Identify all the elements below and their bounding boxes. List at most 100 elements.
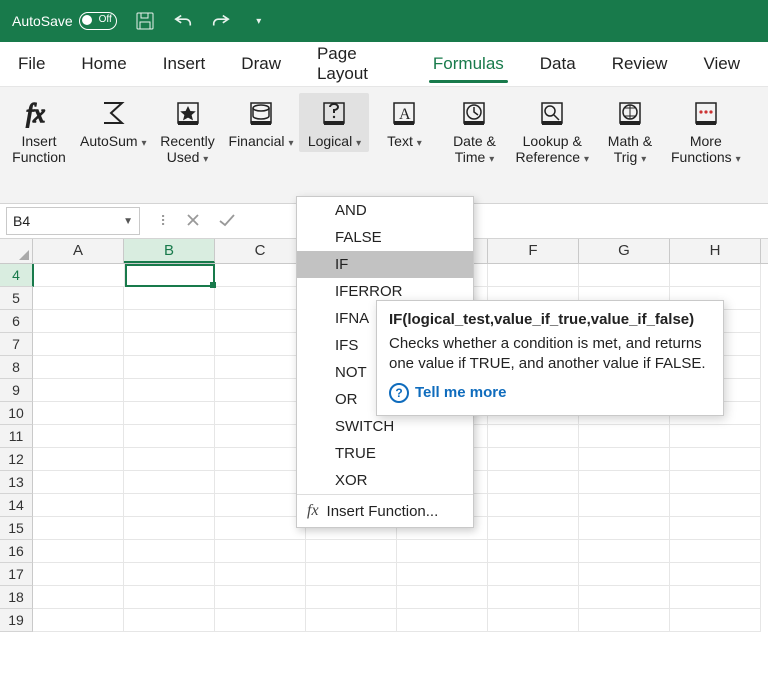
cell[interactable] bbox=[124, 494, 215, 517]
cell[interactable] bbox=[33, 310, 124, 333]
tab-review[interactable]: Review bbox=[594, 42, 686, 86]
cell[interactable] bbox=[215, 563, 306, 586]
enter-icon[interactable] bbox=[218, 213, 236, 230]
cell[interactable] bbox=[124, 563, 215, 586]
cell[interactable] bbox=[124, 540, 215, 563]
cell[interactable] bbox=[34, 264, 125, 287]
cell[interactable] bbox=[33, 609, 124, 632]
tab-data[interactable]: Data bbox=[522, 42, 594, 86]
cell[interactable] bbox=[33, 540, 124, 563]
cell[interactable] bbox=[579, 586, 670, 609]
save-icon[interactable] bbox=[135, 11, 155, 31]
cell[interactable] bbox=[125, 264, 215, 287]
cell[interactable] bbox=[33, 448, 124, 471]
tab-page-layout[interactable]: Page Layout bbox=[299, 42, 415, 86]
row-header[interactable]: 15 bbox=[0, 517, 33, 540]
cell[interactable] bbox=[579, 264, 670, 287]
menu-item-switch[interactable]: SWITCH bbox=[297, 413, 473, 440]
cancel-icon[interactable] bbox=[186, 213, 200, 230]
cell[interactable] bbox=[488, 609, 579, 632]
cell[interactable] bbox=[579, 540, 670, 563]
ribbon-math-trig[interactable]: Math &Trig ▾ bbox=[595, 93, 665, 168]
menu-item-false[interactable]: FALSE bbox=[297, 224, 473, 251]
row-header[interactable]: 6 bbox=[0, 310, 33, 333]
undo-icon[interactable] bbox=[173, 11, 193, 31]
ribbon-logical[interactable]: Logical ▾ bbox=[299, 93, 369, 152]
ribbon-lookup-reference[interactable]: Lookup &Reference ▾ bbox=[509, 93, 595, 168]
cell[interactable] bbox=[488, 471, 579, 494]
cell[interactable] bbox=[124, 356, 215, 379]
cell[interactable] bbox=[215, 540, 306, 563]
ribbon-date-time[interactable]: Date &Time ▾ bbox=[439, 93, 509, 168]
row-header[interactable]: 13 bbox=[0, 471, 33, 494]
cell[interactable] bbox=[670, 448, 761, 471]
cell[interactable] bbox=[33, 287, 124, 310]
row-header[interactable]: 7 bbox=[0, 333, 33, 356]
cell[interactable] bbox=[215, 356, 306, 379]
cell[interactable] bbox=[215, 517, 306, 540]
cell[interactable] bbox=[670, 494, 761, 517]
cell[interactable] bbox=[33, 517, 124, 540]
cell[interactable] bbox=[215, 402, 306, 425]
cell[interactable] bbox=[33, 471, 124, 494]
column-header[interactable]: F bbox=[488, 239, 579, 263]
tab-formulas[interactable]: Formulas bbox=[415, 42, 522, 86]
tab-file[interactable]: File bbox=[10, 42, 63, 86]
cell[interactable] bbox=[306, 540, 397, 563]
cell[interactable] bbox=[215, 471, 306, 494]
row-header[interactable]: 9 bbox=[0, 379, 33, 402]
column-header[interactable]: A bbox=[33, 239, 124, 263]
cell[interactable] bbox=[33, 563, 124, 586]
column-header[interactable]: C bbox=[215, 239, 306, 263]
name-box[interactable]: B4 ▼ bbox=[6, 207, 140, 235]
cell[interactable] bbox=[215, 264, 306, 287]
cell[interactable] bbox=[33, 333, 124, 356]
cell[interactable] bbox=[488, 540, 579, 563]
cell[interactable] bbox=[215, 448, 306, 471]
column-header[interactable]: H bbox=[670, 239, 761, 263]
cell[interactable] bbox=[579, 494, 670, 517]
column-header[interactable]: B bbox=[124, 239, 215, 263]
cell[interactable] bbox=[306, 563, 397, 586]
cell[interactable] bbox=[215, 287, 306, 310]
ribbon-financial[interactable]: Financial ▾ bbox=[223, 93, 300, 152]
cell[interactable] bbox=[579, 471, 670, 494]
cell[interactable] bbox=[488, 563, 579, 586]
cell[interactable] bbox=[215, 333, 306, 356]
menu-item-insert-function[interactable]: fxInsert Function... bbox=[297, 495, 473, 527]
cell[interactable] bbox=[670, 540, 761, 563]
row-header[interactable]: 19 bbox=[0, 609, 33, 632]
cell[interactable] bbox=[124, 609, 215, 632]
cell[interactable] bbox=[579, 609, 670, 632]
ribbon-insert-function[interactable]: fxInsertFunction bbox=[4, 93, 74, 167]
cell[interactable] bbox=[397, 586, 488, 609]
ribbon-text[interactable]: AText ▾ bbox=[369, 93, 439, 152]
cell[interactable] bbox=[670, 586, 761, 609]
cell[interactable] bbox=[579, 448, 670, 471]
customize-qat-icon[interactable]: ▾ bbox=[249, 11, 269, 31]
cell[interactable] bbox=[397, 540, 488, 563]
row-header[interactable]: 14 bbox=[0, 494, 33, 517]
menu-item-true[interactable]: TRUE bbox=[297, 440, 473, 467]
cell[interactable] bbox=[124, 586, 215, 609]
menu-item-and[interactable]: AND bbox=[297, 197, 473, 224]
cell[interactable] bbox=[579, 425, 670, 448]
cell[interactable] bbox=[488, 448, 579, 471]
cell[interactable] bbox=[124, 448, 215, 471]
tab-home[interactable]: Home bbox=[63, 42, 144, 86]
menu-item-if[interactable]: IF bbox=[297, 251, 473, 278]
cell[interactable] bbox=[33, 586, 124, 609]
ribbon-autosum[interactable]: AutoSum ▾ bbox=[74, 93, 153, 152]
tab-draw[interactable]: Draw bbox=[223, 42, 299, 86]
ribbon-more-functions[interactable]: MoreFunctions ▾ bbox=[665, 93, 747, 168]
row-header[interactable]: 5 bbox=[0, 287, 33, 310]
cell[interactable] bbox=[124, 471, 215, 494]
cell[interactable] bbox=[670, 517, 761, 540]
cell[interactable] bbox=[488, 494, 579, 517]
cell[interactable] bbox=[670, 609, 761, 632]
cell[interactable] bbox=[33, 356, 124, 379]
row-header[interactable]: 8 bbox=[0, 356, 33, 379]
cell[interactable] bbox=[215, 425, 306, 448]
tell-me-more-link[interactable]: ? Tell me more bbox=[389, 383, 711, 403]
menu-item-xor[interactable]: XOR bbox=[297, 467, 473, 494]
